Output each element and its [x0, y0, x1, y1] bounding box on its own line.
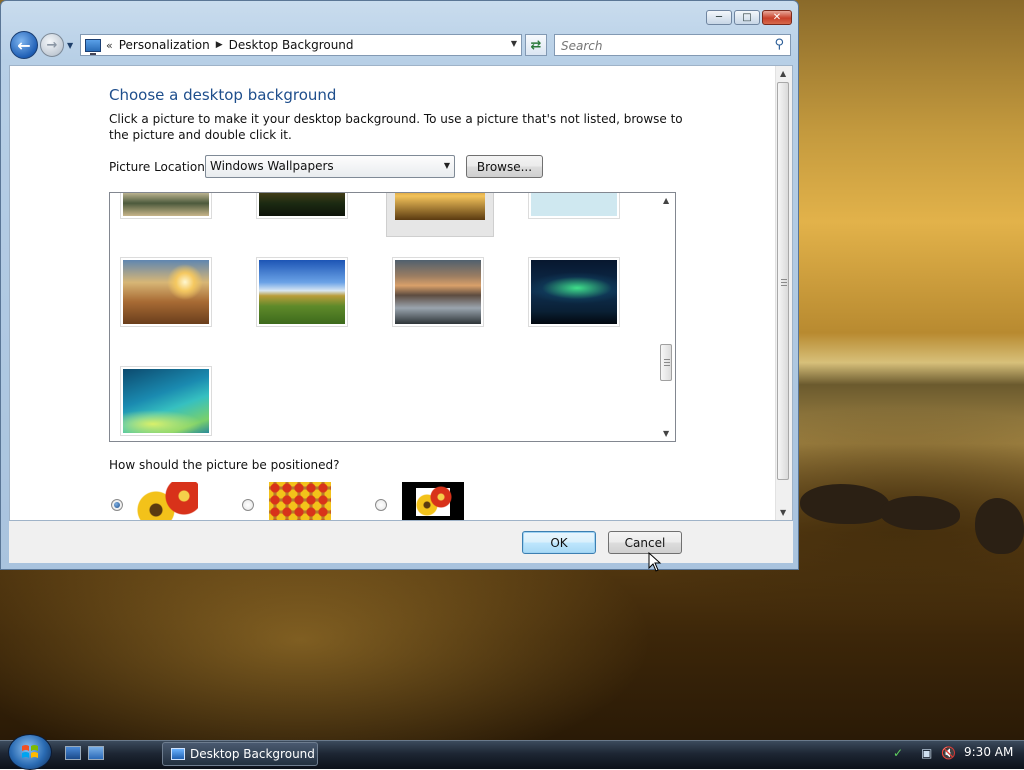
- scroll-down-arrow-icon[interactable]: ▼: [663, 429, 669, 438]
- grip-line: [781, 285, 787, 286]
- gallery-scroll-thumb[interactable]: [660, 344, 672, 381]
- control-panel-icon: [171, 748, 185, 760]
- radio-fit-to-screen[interactable]: [111, 499, 123, 511]
- maximize-button[interactable]: □: [734, 10, 760, 25]
- taskbar-item-label: Desktop Background: [190, 747, 315, 761]
- position-preview-tile[interactable]: [269, 482, 331, 520]
- close-button[interactable]: ✕: [762, 10, 792, 25]
- page-description: Click a picture to make it your desktop …: [109, 112, 683, 142]
- search-icon[interactable]: ⚲: [774, 37, 784, 52]
- taskbar-item-desktop-background[interactable]: Desktop Background: [162, 742, 318, 766]
- address-dropdown-icon[interactable]: ▼: [511, 39, 517, 48]
- minimize-button[interactable]: ─: [706, 10, 732, 25]
- radio-center[interactable]: [375, 499, 387, 511]
- page-title: Choose a desktop background: [109, 86, 337, 104]
- ok-button[interactable]: OK: [522, 531, 596, 554]
- wallpaper-aurora[interactable]: [528, 257, 620, 327]
- safely-remove-hardware-icon[interactable]: ✓: [893, 746, 903, 760]
- browse-button[interactable]: Browse...: [466, 155, 543, 178]
- cancel-button[interactable]: Cancel: [608, 531, 682, 554]
- content-pane: Choose a desktop background Click a pict…: [9, 65, 793, 521]
- wallpaper-thumbnail: [259, 193, 345, 216]
- scroll-down-arrow-icon[interactable]: ▼: [780, 508, 786, 517]
- wallpaper-green-hills-blue-sky[interactable]: [256, 257, 348, 327]
- refresh-button[interactable]: ⇄: [525, 34, 547, 56]
- grip-line: [781, 279, 787, 280]
- forward-arrow-icon: →: [46, 37, 58, 53]
- wallpaper-vista-aurora-teal[interactable]: [120, 366, 212, 436]
- network-disconnected-icon[interactable]: ▣: [921, 746, 932, 760]
- search-input[interactable]: [559, 36, 763, 56]
- wallpaper-thumbnail: [123, 260, 209, 324]
- grip-line: [664, 365, 670, 366]
- rock: [800, 484, 890, 524]
- chevron-down-icon: ▼: [443, 161, 450, 170]
- caption-buttons: ─ □ ✕: [706, 10, 792, 25]
- position-preview-fit[interactable]: [136, 482, 198, 520]
- wallpaper-sunset-grass[interactable]: [120, 257, 212, 327]
- wallpaper-gallery: ▲ ▼: [109, 192, 676, 442]
- wallpaper-thumbnail: [395, 260, 481, 324]
- grip-line: [781, 282, 787, 283]
- radio-tile[interactable]: [242, 499, 254, 511]
- back-arrow-icon: ←: [17, 35, 31, 55]
- system-clock[interactable]: 9:30 AM: [964, 745, 1013, 759]
- forward-button[interactable]: →: [40, 33, 64, 57]
- wallpaper-thumbnail: [259, 260, 345, 324]
- scroll-up-arrow-icon[interactable]: ▲: [780, 69, 786, 78]
- refresh-icon: ⇄: [530, 37, 542, 53]
- wallpaper-golden-lake[interactable]: [386, 193, 494, 237]
- switch-windows-icon[interactable]: [88, 746, 104, 760]
- breadcrumb-personalization[interactable]: Personalization: [119, 38, 210, 52]
- rock: [880, 496, 960, 530]
- taskbar: [0, 740, 1024, 769]
- position-question: How should the picture be positioned?: [109, 458, 340, 472]
- picture-location-value: Windows Wallpapers: [210, 159, 334, 173]
- wallpaper-thumbnail: [531, 193, 617, 216]
- red-flower-image: [430, 486, 452, 508]
- control-panel-icon: [85, 38, 101, 55]
- breadcrumb-separator-icon[interactable]: ▶: [216, 40, 223, 50]
- maximize-icon: □: [742, 11, 752, 23]
- back-button[interactable]: ←: [10, 31, 38, 59]
- wallpaper-thumbnail: [123, 193, 209, 216]
- grip-line: [664, 362, 670, 363]
- wallpaper-thumbnail: [531, 260, 617, 324]
- control-panel-window: ─ □ ✕ ← → ▼ « Personalization ▶ Desktop …: [0, 0, 799, 570]
- volume-muted-icon[interactable]: 🔇: [941, 746, 956, 760]
- windows-logo-icon: [22, 745, 38, 758]
- content-scrollbar[interactable]: ▲ ▼: [775, 66, 792, 520]
- start-button[interactable]: [8, 734, 52, 770]
- show-desktop-icon[interactable]: [65, 746, 81, 760]
- content-scroll-thumb[interactable]: [777, 82, 789, 480]
- wallpaper-lake-rocks[interactable]: [120, 193, 212, 219]
- scroll-up-arrow-icon[interactable]: ▲: [663, 196, 669, 205]
- search-box[interactable]: ⚲: [554, 34, 791, 56]
- address-bar[interactable]: « Personalization ▶ Desktop Background ▼: [80, 34, 522, 56]
- minimize-icon: ─: [715, 11, 723, 23]
- wallpaper-mountain-reflection[interactable]: [392, 257, 484, 327]
- picture-location-label: Picture Location: [109, 160, 205, 174]
- wallpaper-thumbnail: [395, 193, 485, 220]
- wallpaper-dark-forest-sunset[interactable]: [256, 193, 348, 219]
- mouse-cursor-icon: [648, 552, 662, 572]
- position-preview-center[interactable]: [402, 482, 464, 520]
- grip-line: [664, 359, 670, 360]
- wallpaper-thumbnail: [123, 369, 209, 433]
- gallery-scrollbar[interactable]: ▲ ▼: [658, 193, 675, 441]
- breadcrumb-desktop-background[interactable]: Desktop Background: [229, 38, 354, 52]
- recent-pages-dropdown[interactable]: ▼: [67, 41, 73, 50]
- overflow-chevron-icon[interactable]: «: [106, 39, 113, 52]
- picture-location-dropdown[interactable]: Windows Wallpapers ▼: [205, 155, 455, 178]
- centered-image-frame: [416, 486, 452, 516]
- dialog-footer: OK Cancel: [9, 521, 793, 563]
- wallpaper-green-leaf[interactable]: [528, 193, 620, 219]
- close-icon: ✕: [772, 11, 782, 23]
- rock: [975, 498, 1024, 554]
